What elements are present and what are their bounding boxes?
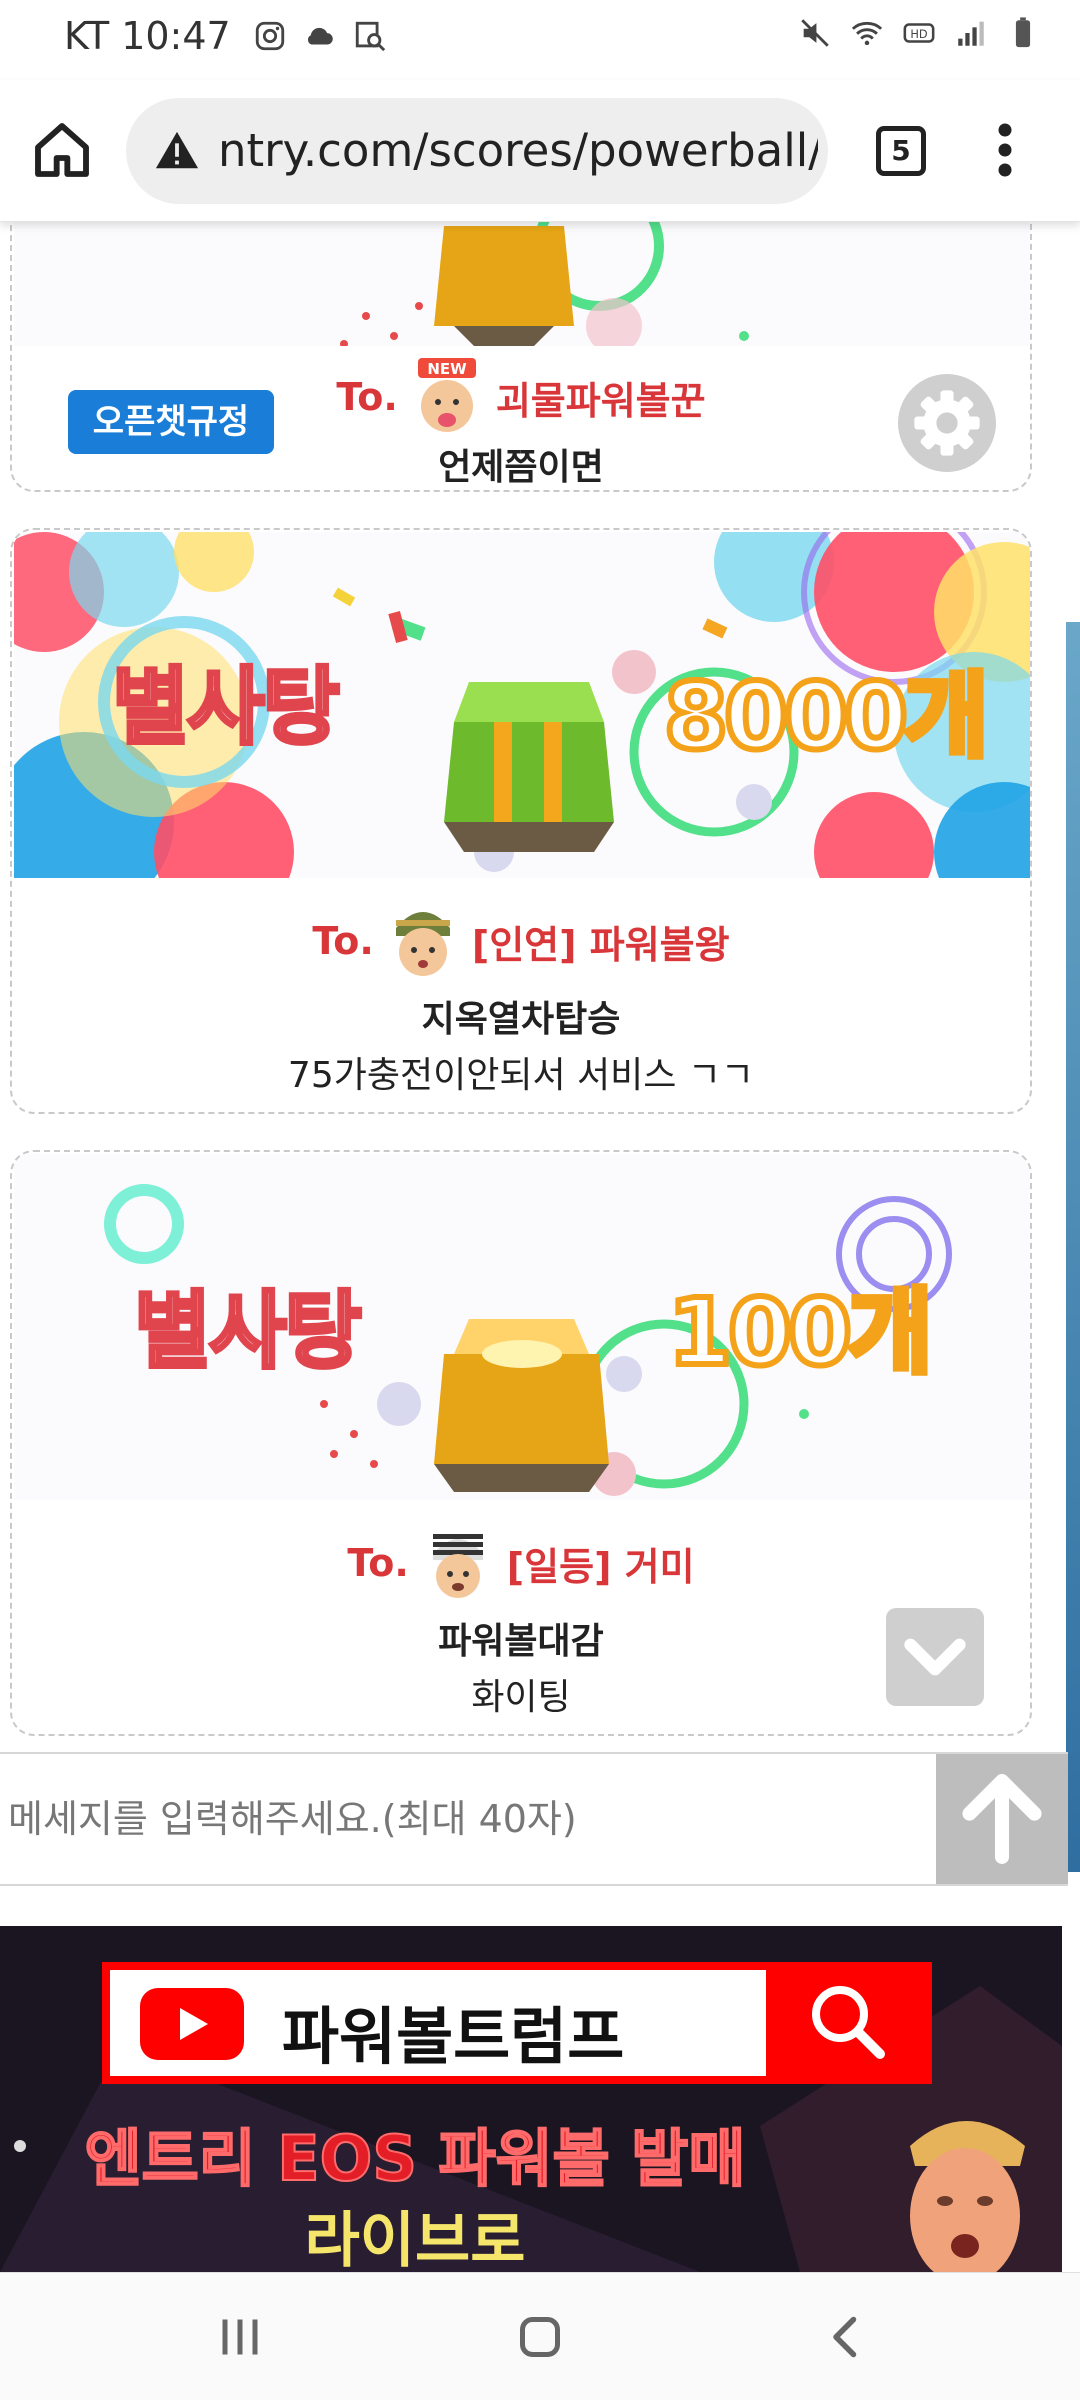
- mascot-face-image: [910, 2121, 1025, 2272]
- warning-icon[interactable]: [154, 128, 200, 174]
- hd-voice-icon: HD: [903, 23, 935, 43]
- svg-text:HD: HD: [910, 27, 928, 41]
- settings-button[interactable]: [898, 374, 996, 472]
- system-nav-bar: [0, 2272, 1080, 2400]
- message-title: 지옥열차탑승: [421, 999, 621, 1040]
- recent-apps-icon[interactable]: [210, 2307, 270, 2367]
- battery-icon: [1015, 17, 1031, 48]
- to-prefix: To.: [347, 1541, 409, 1585]
- gift-banner: [14, 222, 1030, 346]
- ad-headline: 엔트리 EOS 파워볼 발매: [84, 2121, 747, 2196]
- send-button[interactable]: [936, 1754, 1068, 1884]
- message-title: 파워볼대감: [438, 1621, 604, 1662]
- home-nav-icon[interactable]: [510, 2307, 570, 2367]
- openchat-rules-button[interactable]: 오픈챗규정: [68, 390, 274, 454]
- carrier-label: KT: [64, 14, 110, 58]
- arrow-up-icon: [962, 1774, 1042, 1864]
- gift-banner: 별사탕 100개: [14, 1154, 1030, 1500]
- signal-icon: [958, 21, 984, 46]
- chevron-down-icon: [904, 1638, 966, 1676]
- gift-count: 8000개: [661, 660, 992, 773]
- message-input-bar: [0, 1752, 1068, 1886]
- url-text[interactable]: ntry.com/scores/powerball/r: [218, 124, 818, 177]
- message-body: 75가충전이안되서 서비스 ㄱㄱ: [287, 1055, 755, 1096]
- cloud-icon: [307, 27, 333, 45]
- recipient-name: [일등] 거미: [506, 1544, 695, 1589]
- browser-toolbar: ntry.com/scores/powerball/r 5: [0, 80, 1080, 222]
- side-decoration: [1066, 622, 1080, 1872]
- new-user-avatar-icon: NEW: [417, 358, 476, 432]
- ad-subheadline: 라이브로: [304, 2206, 526, 2272]
- search-icon: [766, 1962, 932, 2084]
- status-bar: KT 10:47 HD: [0, 0, 1080, 80]
- scroll-down-button[interactable]: [886, 1608, 984, 1706]
- banner-title: 별사탕: [132, 1280, 364, 1382]
- message-input[interactable]: [0, 1754, 936, 1884]
- gift-banner: 별사탕 8000개: [14, 532, 1030, 878]
- new-badge: NEW: [427, 360, 467, 378]
- banner-title: 별사탕: [110, 656, 342, 758]
- recipient-name: [인연] 파워볼왕: [471, 922, 730, 967]
- status-left: KT 10:47: [64, 14, 387, 58]
- gift-message-card: 오픈챗규정 To. NEW 괴물파워볼꾼 언제쯤이면: [10, 222, 1032, 492]
- clock: 10:47: [121, 14, 231, 58]
- gallery-search-icon: [355, 21, 385, 52]
- tab-switcher-button[interactable]: 5: [876, 126, 926, 176]
- youtube-icon: [140, 1988, 244, 2060]
- soldier-avatar-icon: [395, 912, 450, 976]
- ad-banner[interactable]: 파워볼트럼프 엔트리 EOS 파워볼 발매 라이브로: [0, 1926, 1062, 2272]
- to-prefix: To.: [336, 375, 398, 419]
- address-bar[interactable]: ntry.com/scores/powerball/r: [126, 98, 828, 204]
- to-prefix: To.: [312, 919, 374, 963]
- page-content[interactable]: 오픈챗규정 To. NEW 괴물파워볼꾼 언제쯤이면 별사탕 8000개 To.…: [0, 222, 1080, 2272]
- status-right: HD: [798, 16, 1040, 50]
- recipient-line: To. [일등] 거미: [12, 1524, 1030, 1602]
- gift-message-card: 별사탕 100개 To. [일등] 거미 파워볼대감 화이팅: [10, 1150, 1032, 1736]
- more-menu-icon[interactable]: [990, 120, 1020, 180]
- ad-search-box: 파워볼트럼프: [102, 1962, 932, 2084]
- instagram-icon: [255, 21, 284, 51]
- mute-icon: [801, 19, 829, 47]
- message-body: 화이팅: [471, 1677, 571, 1718]
- back-icon[interactable]: [816, 2307, 876, 2367]
- striped-hat-avatar-icon: [432, 1534, 483, 1598]
- recipient-line: To. [인연] 파워볼왕: [12, 902, 1030, 980]
- home-icon[interactable]: [30, 118, 94, 182]
- gift-count: 100개: [665, 1276, 936, 1389]
- wifi-icon: [851, 21, 883, 46]
- gear-icon: [914, 390, 980, 456]
- gift-message-card: 별사탕 8000개 To. [인연] 파워볼왕 지옥열차탑승 75가충전이안되서…: [10, 528, 1032, 1114]
- recipient-name: 괴물파워볼꾼: [495, 378, 706, 423]
- ad-search-query: 파워볼트럼프: [282, 2000, 625, 2073]
- gift-box-image: [340, 222, 749, 346]
